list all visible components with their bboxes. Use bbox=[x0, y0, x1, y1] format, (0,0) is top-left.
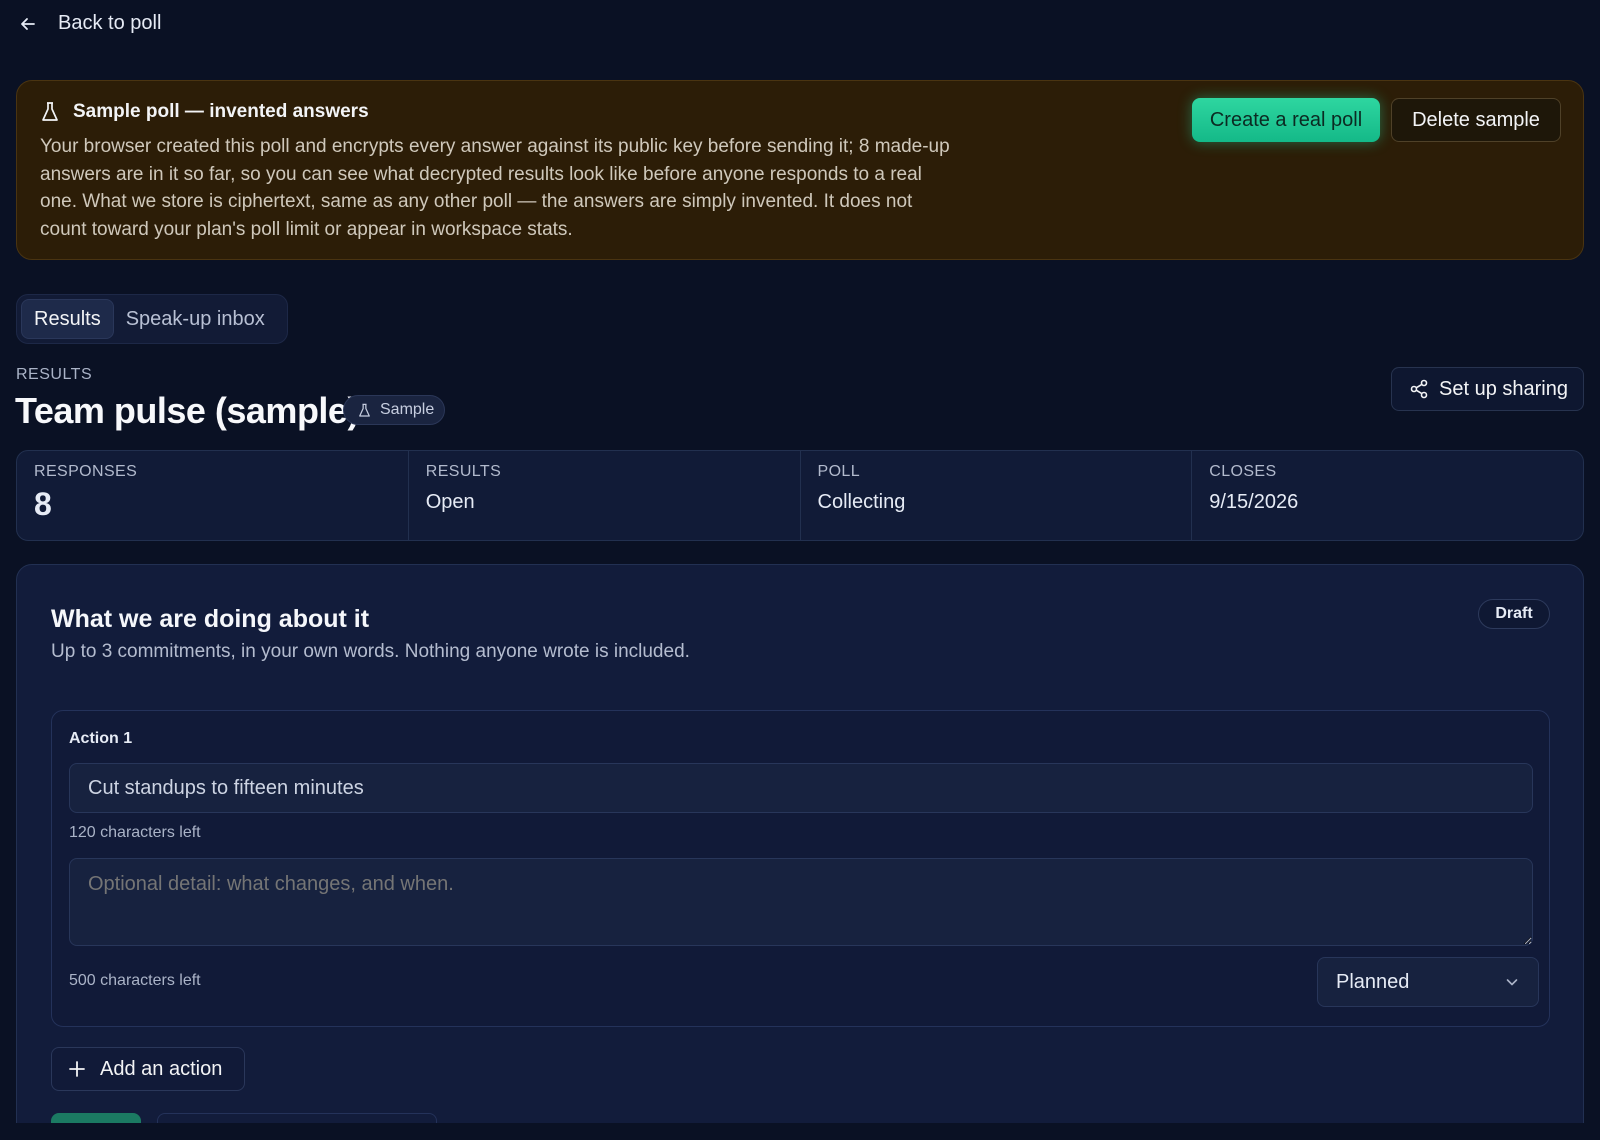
page-eyebrow: RESULTS bbox=[16, 366, 93, 383]
action-label: Action 1 bbox=[69, 730, 133, 747]
action-detail-textarea[interactable] bbox=[69, 858, 1533, 946]
add-action-label: Add an action bbox=[100, 1057, 223, 1080]
action-title-chars-left: 120 characters left bbox=[69, 824, 201, 841]
plus-icon bbox=[69, 1061, 85, 1077]
chevron-down-icon bbox=[1506, 979, 1518, 986]
action-status-value: Planned bbox=[1336, 970, 1410, 993]
action-detail-chars-left: 500 characters left bbox=[69, 972, 201, 989]
draft-status-badge: Draft bbox=[1478, 599, 1550, 629]
stat-responses: RESPONSES 8 bbox=[17, 451, 409, 540]
stat-value: 9/15/2026 bbox=[1209, 491, 1299, 513]
commitments-card: What we are doing about it Up to 3 commi… bbox=[16, 564, 1584, 1140]
action-item: Action 1 120 characters left 500 charact… bbox=[51, 710, 1550, 1027]
poll-stats: RESPONSES 8 RESULTS Open POLL Collecting… bbox=[16, 450, 1584, 541]
page-bottom bbox=[0, 1123, 1600, 1140]
back-to-poll-link[interactable]: Back to poll bbox=[18, 12, 161, 35]
sample-badge: Sample bbox=[343, 395, 445, 425]
sample-badge-label: Sample bbox=[380, 401, 435, 418]
share-icon bbox=[1410, 379, 1428, 399]
stat-poll: POLL Collecting bbox=[801, 451, 1193, 540]
stat-label: CLOSES bbox=[1209, 463, 1277, 480]
back-to-poll-label: Back to poll bbox=[58, 12, 162, 34]
stat-value: Collecting bbox=[817, 491, 906, 513]
create-real-poll-button[interactable]: Create a real poll bbox=[1192, 98, 1380, 142]
set-up-sharing-label: Set up sharing bbox=[1439, 377, 1568, 400]
flask-icon bbox=[42, 102, 58, 121]
stat-label: RESULTS bbox=[425, 463, 502, 480]
commitments-subtitle: Up to 3 commitments, in your own words. … bbox=[51, 641, 690, 662]
view-tabs: Results Speak-up inbox bbox=[16, 294, 288, 344]
sample-banner: Sample poll — invented answers Your brow… bbox=[16, 80, 1584, 260]
stat-value: Open bbox=[425, 491, 475, 513]
stat-value: 8 bbox=[34, 486, 52, 522]
action-title-input[interactable] bbox=[69, 763, 1533, 813]
stat-closes: CLOSES 9/15/2026 bbox=[1192, 451, 1583, 540]
commitments-title: What we are doing about it bbox=[51, 605, 370, 633]
tab-results[interactable]: Results bbox=[21, 299, 114, 339]
stat-label: POLL bbox=[817, 463, 861, 480]
tab-speak-up-inbox[interactable]: Speak-up inbox bbox=[114, 299, 277, 339]
set-up-sharing-button[interactable]: Set up sharing bbox=[1391, 367, 1584, 411]
delete-sample-button[interactable]: Delete sample bbox=[1391, 98, 1561, 142]
page-title: Team pulse (sample) bbox=[15, 390, 359, 431]
stat-label: RESPONSES bbox=[34, 463, 138, 480]
banner-body: Your browser created this poll and encry… bbox=[40, 136, 950, 240]
stat-results: RESULTS Open bbox=[409, 451, 801, 540]
banner-title: Sample poll — invented answers bbox=[39, 101, 369, 123]
arrow-left-icon bbox=[21, 17, 35, 30]
flask-icon bbox=[359, 403, 370, 417]
action-status-select[interactable]: Planned bbox=[1317, 957, 1539, 1007]
banner-title-text: Sample poll — invented answers bbox=[73, 101, 369, 122]
add-action-button[interactable]: Add an action bbox=[51, 1047, 245, 1091]
